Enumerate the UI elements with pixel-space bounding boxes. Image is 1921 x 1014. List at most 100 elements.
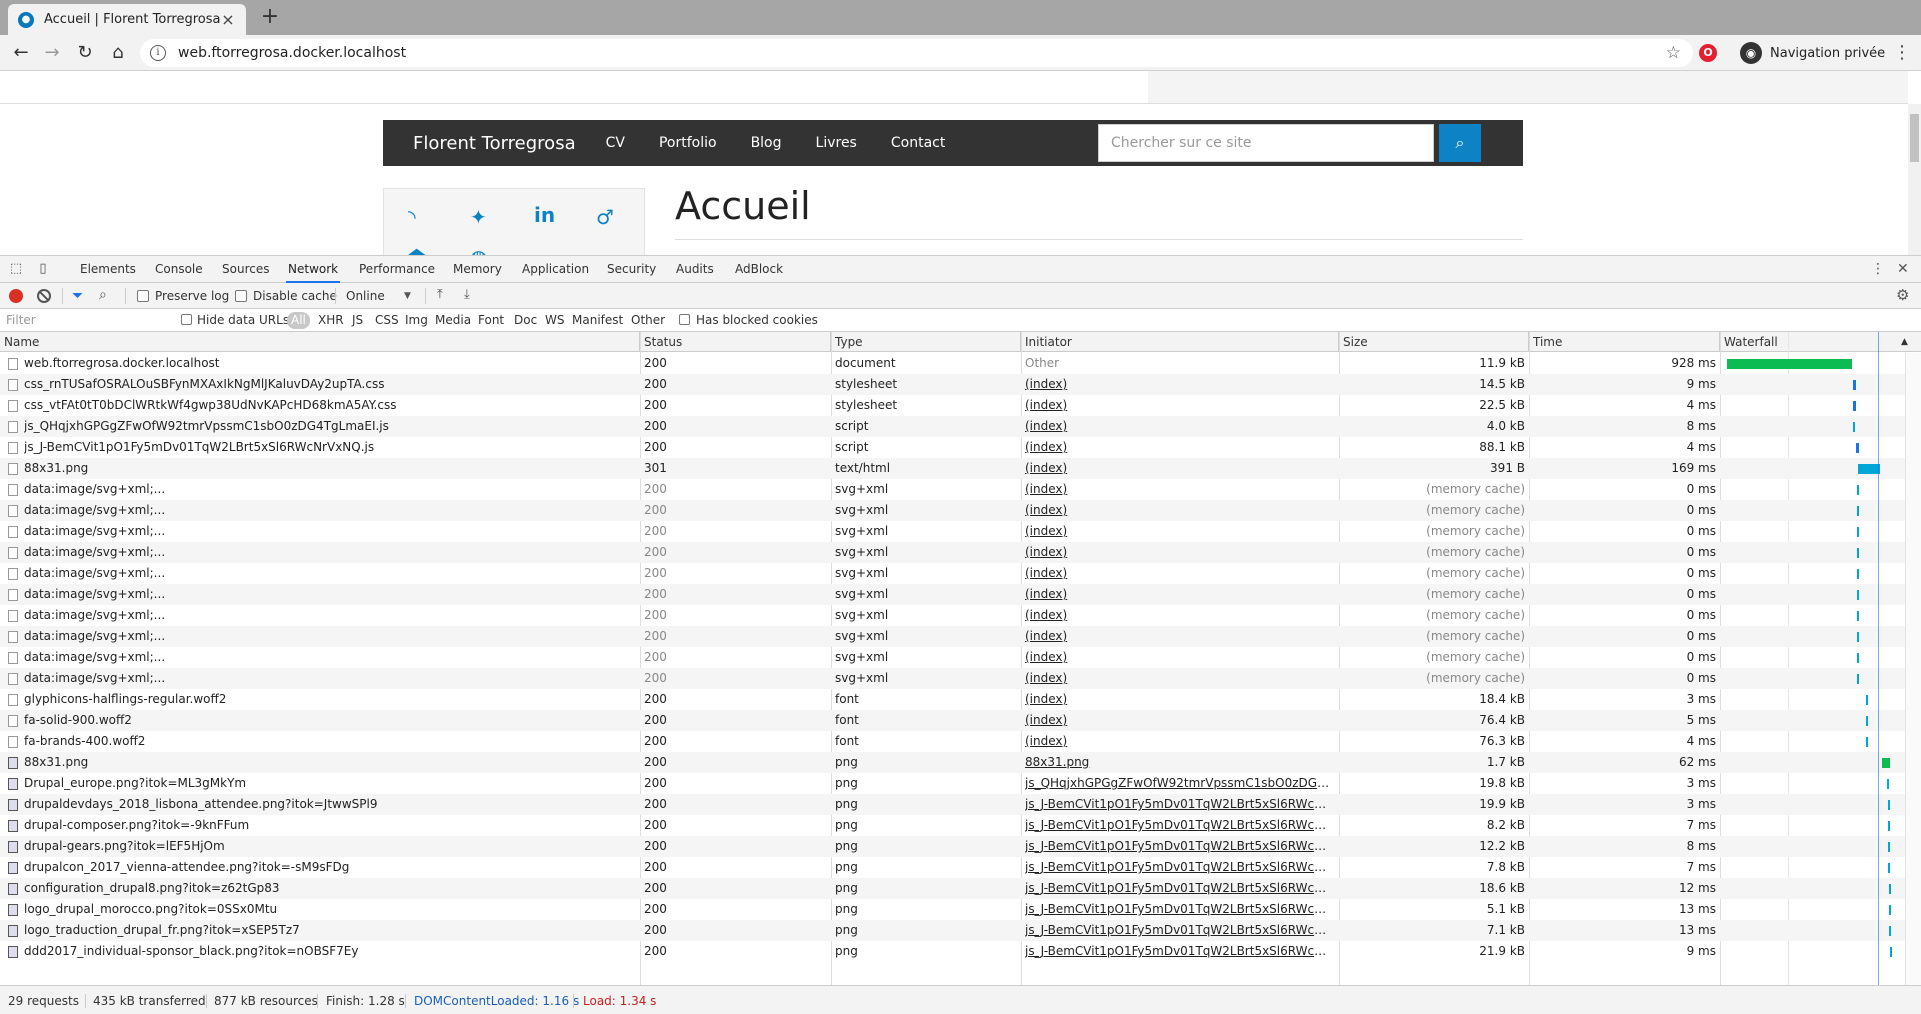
request-name[interactable]: web.ftorregrosa.docker.localhost <box>24 353 636 374</box>
column-header-time[interactable]: Time <box>1529 332 1720 352</box>
request-initiator[interactable]: js_J-BemCVit1pO1Fy5mDv01TqW2LBrt5xSl6RWc… <box>1025 899 1335 920</box>
filter-type-ws[interactable]: WS <box>541 312 568 329</box>
browser-menu-icon[interactable]: ⋮ <box>1893 41 1911 65</box>
filter-type-font[interactable]: Font <box>474 312 508 329</box>
request-name[interactable]: Drupal_europe.png?itok=ML3gMkYm <box>24 773 636 794</box>
waterfall-bar[interactable] <box>1882 758 1890 768</box>
throttling-select[interactable]: Online <box>346 283 385 309</box>
browser-tab[interactable]: ● Accueil | Florent Torregrosa × <box>8 4 246 35</box>
request-initiator[interactable]: (index) <box>1025 605 1335 626</box>
request-name[interactable]: css_rnTUSafOSRALOuSBFynMXAxIkNgMlJKaluvD… <box>24 374 636 395</box>
tab-adblock[interactable]: AdBlock <box>733 256 785 283</box>
waterfall-bar[interactable] <box>1888 821 1890 831</box>
new-tab-icon[interactable]: + <box>258 6 282 30</box>
filter-type-doc[interactable]: Doc <box>510 312 541 329</box>
waterfall-bar[interactable] <box>1866 737 1868 747</box>
site-nav-portfolio[interactable]: Portfolio <box>659 135 717 151</box>
request-initiator[interactable]: js_J-BemCVit1pO1Fy5mDv01TqW2LBrt5xSl6RWc… <box>1025 878 1335 899</box>
waterfall-bar[interactable] <box>1866 695 1868 705</box>
request-name[interactable]: 88x31.png <box>24 752 636 773</box>
request-name[interactable]: data:image/svg+xml;... <box>24 584 636 605</box>
request-initiator[interactable]: js_J-BemCVit1pO1Fy5mDv01TqW2LBrt5xSl6RWc… <box>1025 794 1335 815</box>
table-row[interactable]: data:image/svg+xml;... 200 svg+xml (index) (… <box>0 563 1921 584</box>
table-row[interactable]: js_QHqjxhGPGgZFwOfW92tmrVpssmC1sbO0zDG4T… <box>0 416 1921 437</box>
waterfall-bar[interactable] <box>1889 884 1891 894</box>
filter-input[interactable]: Filter <box>2 311 166 329</box>
waterfall-bar[interactable] <box>1857 590 1859 600</box>
column-header-size[interactable]: Size <box>1339 332 1529 352</box>
table-row[interactable]: css_vtFAt0tT0bDClWRtkWf4gwp38UdNvKAPcHD6… <box>0 395 1921 416</box>
table-row[interactable]: glyphicons-halflings-regular.woff2 200 fon… <box>0 689 1921 710</box>
page-scrollbar-thumb[interactable] <box>1910 114 1919 162</box>
request-name[interactable]: css_vtFAt0tT0bDClWRtkWf4gwp38UdNvKAPcHD6… <box>24 395 636 416</box>
tab-audits[interactable]: Audits <box>674 256 716 283</box>
site-nav-blog[interactable]: Blog <box>751 135 782 151</box>
back-icon[interactable]: ← <box>9 41 33 65</box>
request-initiator[interactable]: js_J-BemCVit1pO1Fy5mDv01TqW2LBrt5xSl6RWc… <box>1025 920 1335 941</box>
waterfall-bar[interactable] <box>1887 779 1889 789</box>
request-name[interactable]: fa-solid-900.woff2 <box>24 710 636 731</box>
request-initiator[interactable]: (index) <box>1025 437 1335 458</box>
request-name[interactable]: drupal-gears.png?itok=lEF5HjOm <box>24 836 636 857</box>
inspect-element-icon[interactable]: ⬚ <box>8 261 24 277</box>
table-row[interactable]: logo_traduction_drupal_fr.png?itok=xSEP5… <box>0 920 1921 941</box>
request-initiator[interactable]: js_J-BemCVit1pO1Fy5mDv01TqW2LBrt5xSl6RWc… <box>1025 836 1335 857</box>
waterfall-bar[interactable] <box>1888 863 1890 873</box>
forward-icon[interactable]: → <box>40 41 64 65</box>
waterfall-bar[interactable] <box>1889 926 1891 936</box>
bookmark-star-icon[interactable]: ☆ <box>1666 43 1681 63</box>
waterfall-bar[interactable] <box>1853 422 1855 432</box>
close-tab-icon[interactable]: × <box>220 10 236 29</box>
request-initiator[interactable]: (index) <box>1025 731 1335 752</box>
site-search-icon[interactable]: ⌕ <box>1439 124 1481 162</box>
table-row[interactable]: data:image/svg+xml;... 200 svg+xml (index) (… <box>0 647 1921 668</box>
table-row[interactable]: web.ftorregrosa.docker.localhost 200 docum… <box>0 353 1921 374</box>
network-scrollbar[interactable] <box>1905 353 1921 985</box>
table-row[interactable]: 88x31.png 301 text/html (index) 391 B 169 ms <box>0 458 1921 479</box>
filter-type-img[interactable]: Img <box>401 312 432 329</box>
filter-icon[interactable]: ⏷ <box>72 288 83 304</box>
column-header-type[interactable]: Type <box>831 332 1021 352</box>
request-name[interactable]: data:image/svg+xml;... <box>24 563 636 584</box>
filter-type-all[interactable]: All <box>287 312 310 329</box>
table-row[interactable]: ddd2017_individual-sponsor_black.png?ito… <box>0 941 1921 962</box>
incognito-indicator[interactable]: ◉ Navigation privée <box>1740 42 1885 64</box>
request-name[interactable]: js_J-BemCVit1pO1Fy5mDv01TqW2LBrt5xSl6RWc… <box>24 437 636 458</box>
request-name[interactable]: data:image/svg+xml;... <box>24 500 636 521</box>
request-name[interactable]: 88x31.png <box>24 458 636 479</box>
request-name[interactable]: data:image/svg+xml;... <box>24 521 636 542</box>
page-scrollbar[interactable] <box>1908 104 1921 255</box>
request-initiator[interactable]: (index) <box>1025 584 1335 605</box>
request-initiator[interactable]: (index) <box>1025 458 1335 479</box>
filter-type-js[interactable]: JS <box>348 312 367 329</box>
request-initiator[interactable]: (index) <box>1025 647 1335 668</box>
request-initiator[interactable]: js_QHqjxhGPGgZFwOfW92tmrVpssmC1sbO0zDG4T… <box>1025 773 1335 794</box>
blocked-cookies-checkbox[interactable] <box>679 314 690 325</box>
tab-elements[interactable]: Elements <box>78 256 138 283</box>
reload-icon[interactable]: ↻ <box>73 41 97 65</box>
request-initiator[interactable]: js_J-BemCVit1pO1Fy5mDv01TqW2LBrt5xSl6RWc… <box>1025 857 1335 878</box>
linkedin-icon[interactable]: in <box>534 203 555 227</box>
table-row[interactable]: fa-brands-400.woff2 200 font (index) 76.3 kB… <box>0 731 1921 752</box>
table-row[interactable]: data:image/svg+xml;... 200 svg+xml (index) (… <box>0 605 1921 626</box>
clear-icon[interactable] <box>37 289 51 303</box>
request-initiator[interactable]: (index) <box>1025 521 1335 542</box>
waterfall-bar[interactable] <box>1888 800 1890 810</box>
device-toolbar-icon[interactable]: ▯ <box>35 261 51 277</box>
home-icon[interactable]: ⌂ <box>106 41 130 65</box>
column-header-initiator[interactable]: Initiator <box>1021 332 1339 352</box>
waterfall-bar[interactable] <box>1857 506 1859 516</box>
waterfall-bar[interactable] <box>1853 401 1856 411</box>
table-row[interactable]: Drupal_europe.png?itok=ML3gMkYm 200 png js_… <box>0 773 1921 794</box>
rss-icon[interactable]: ◝ <box>408 205 416 229</box>
twitter-icon[interactable]: ✦ <box>470 205 487 229</box>
table-row[interactable]: data:image/svg+xml;... 200 svg+xml (index) (… <box>0 626 1921 647</box>
request-initiator[interactable]: (index) <box>1025 479 1335 500</box>
github-icon[interactable]: ◍ <box>470 245 487 255</box>
request-name[interactable]: logo_drupal_morocco.png?itok=0SSx0Mtu <box>24 899 636 920</box>
table-row[interactable]: fa-solid-900.woff2 200 font (index) 76.4 kB 5… <box>0 710 1921 731</box>
request-name[interactable]: fa-brands-400.woff2 <box>24 731 636 752</box>
address-bar[interactable]: i web.ftorregrosa.docker.localhost ☆ <box>140 39 1693 67</box>
export-har-icon[interactable]: ⤓ <box>464 287 470 302</box>
table-row[interactable]: data:image/svg+xml;... 200 svg+xml (index) (… <box>0 521 1921 542</box>
